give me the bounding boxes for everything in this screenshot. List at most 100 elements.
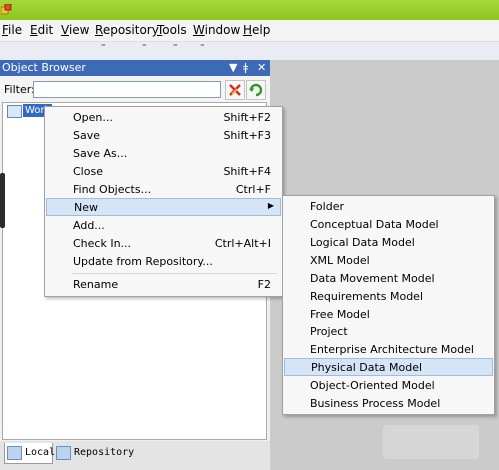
menu-item-find-objects[interactable]: Find Objects... Ctrl+F xyxy=(46,181,281,199)
pin-icon[interactable]: ǂ xyxy=(243,60,248,76)
title-bar xyxy=(0,0,499,20)
filter-row: Filter: xyxy=(0,76,270,103)
menu-item-save[interactable]: Save Shift+F3 xyxy=(46,127,281,145)
local-icon xyxy=(7,446,22,460)
submenu-item-free-model[interactable]: Free Model xyxy=(284,306,493,324)
menu-item-label: Find Objects... xyxy=(73,183,152,196)
filter-clear-icon xyxy=(229,84,241,96)
submenu-item-label: Requirements Model xyxy=(310,290,423,303)
app-icon xyxy=(1,4,12,15)
submenu-item-project[interactable]: Project xyxy=(284,323,493,341)
menu-help[interactable]: Help xyxy=(243,23,270,37)
menu-item-shortcut: Shift+F4 xyxy=(223,165,271,178)
panel-title-bar: Object Browser ▼ ǂ ✕ xyxy=(0,60,270,76)
menu-item-open[interactable]: Open... Shift+F2 xyxy=(46,109,281,127)
menu-edit-mnemonic: E xyxy=(30,23,38,37)
menu-window-rest: indow xyxy=(204,23,241,37)
toolbar-grip[interactable]: ⁼ xyxy=(142,43,147,53)
menu-item-label: New xyxy=(74,201,98,214)
context-menu: Open... Shift+F2 Save Shift+F3 Save As... … xyxy=(44,106,283,297)
toolbar-grip[interactable]: ⁼ xyxy=(200,43,205,53)
tab-local-label: Local xyxy=(25,447,56,458)
refresh-icon xyxy=(249,83,263,97)
submenu-item-label: Business Process Model xyxy=(310,397,441,410)
menu-edit-rest: dit xyxy=(37,23,54,37)
toolbar-grip[interactable]: ⁼ xyxy=(173,43,178,53)
submenu-item-data-movement-model[interactable]: Data Movement Model xyxy=(284,270,493,288)
menu-item-shortcut: Ctrl+Alt+I xyxy=(214,237,271,250)
menu-item-shortcut: Shift+F2 xyxy=(223,111,271,124)
submenu-item-enterprise-architecture-model[interactable]: Enterprise Architecture Model xyxy=(284,341,493,359)
menu-item-label: Open... xyxy=(73,111,113,124)
submenu-item-label: Project xyxy=(310,325,348,338)
submenu-item-requirements-model[interactable]: Requirements Model xyxy=(284,288,493,306)
menu-edit[interactable]: Edit xyxy=(30,23,53,37)
menu-item-shortcut: Ctrl+F xyxy=(235,183,271,196)
menu-item-label: Save xyxy=(73,129,101,142)
watermark xyxy=(383,425,479,459)
submenu-item-label: Physical Data Model xyxy=(311,361,423,374)
submenu-item-label: Logical Data Model xyxy=(310,236,415,249)
menu-view-rest: iew xyxy=(68,23,90,37)
workspace-icon xyxy=(7,105,22,118)
menu-repository-rest: epository xyxy=(102,23,159,37)
menu-item-rename[interactable]: Rename F2 xyxy=(46,276,281,294)
menu-repository-mnemonic: R xyxy=(95,23,103,37)
menu-item-label: Save As... xyxy=(73,147,128,160)
menu-item-label: Check In... xyxy=(73,237,132,250)
tab-repository-label: Repository xyxy=(74,447,135,458)
submenu-item-object-oriented-model[interactable]: Object-Oriented Model xyxy=(284,377,493,395)
menu-item-label: Update from Repository... xyxy=(73,255,213,268)
submenu-item-label: Object-Oriented Model xyxy=(310,379,435,392)
tab-local[interactable]: Local xyxy=(4,443,56,464)
close-icon[interactable]: ✕ xyxy=(257,60,266,76)
side-dock-handle[interactable] xyxy=(0,173,5,228)
menu-item-new[interactable]: New ▶ xyxy=(46,198,281,216)
submenu-item-logical-data-model[interactable]: Logical Data Model xyxy=(284,234,493,252)
menu-item-add[interactable]: Add... xyxy=(46,217,281,235)
refresh-button[interactable] xyxy=(246,80,266,100)
submenu-item-conceptual-data-model[interactable]: Conceptual Data Model xyxy=(284,216,493,234)
menu-item-label: Add... xyxy=(73,219,105,232)
repository-icon xyxy=(56,446,71,460)
menu-file[interactable]: File xyxy=(2,23,22,37)
toolbar-grip[interactable]: ⁼ xyxy=(101,43,106,53)
menu-file-rest: ile xyxy=(8,23,23,37)
menu-window[interactable]: Window xyxy=(193,23,240,37)
new-submenu: Folder Conceptual Data Model Logical Dat… xyxy=(282,195,495,415)
menu-view[interactable]: View xyxy=(61,23,89,37)
menu-tools-rest: ools xyxy=(162,23,187,37)
submenu-arrow-icon: ▶ xyxy=(267,201,274,210)
toolbar: ⁼ ⁼ ⁼ ⁼ xyxy=(0,42,499,60)
menu-item-update-from-repository[interactable]: Update from Repository... xyxy=(46,253,281,271)
menu-item-label: Close xyxy=(73,165,103,178)
menu-bar: File Edit View Repository Tools Window H… xyxy=(0,20,499,42)
menu-item-shortcut: Shift+F3 xyxy=(223,129,271,142)
menu-item-check-in[interactable]: Check In... Ctrl+Alt+I xyxy=(46,235,281,253)
menu-repository[interactable]: Repository xyxy=(95,23,159,37)
menu-item-close[interactable]: Close Shift+F4 xyxy=(46,163,281,181)
menu-help-rest: elp xyxy=(252,23,271,37)
submenu-item-label: Conceptual Data Model xyxy=(310,218,439,231)
submenu-item-label: XML Model xyxy=(310,254,370,267)
panel-title: Object Browser xyxy=(2,61,86,74)
submenu-item-business-process-model[interactable]: Business Process Model xyxy=(284,395,493,413)
menu-item-label: Rename xyxy=(73,278,119,291)
filter-input[interactable] xyxy=(33,81,221,98)
submenu-item-label: Enterprise Architecture Model xyxy=(310,343,474,356)
menu-tools[interactable]: Tools xyxy=(157,23,187,37)
clear-filter-button[interactable] xyxy=(225,80,245,100)
menu-help-mnemonic: H xyxy=(243,23,253,37)
tab-repository[interactable]: Repository xyxy=(54,443,134,463)
filter-label: Filter: xyxy=(4,83,35,96)
submenu-item-physical-data-model[interactable]: Physical Data Model xyxy=(284,358,493,376)
menu-window-mnemonic: W xyxy=(193,23,205,37)
panel-tabs: Local Repository xyxy=(0,441,270,470)
menu-view-mnemonic: V xyxy=(61,23,69,37)
submenu-item-folder[interactable]: Folder xyxy=(284,198,493,216)
submenu-item-label: Folder xyxy=(310,200,344,213)
submenu-item-xml-model[interactable]: XML Model xyxy=(284,252,493,270)
menu-item-save-as[interactable]: Save As... xyxy=(46,145,281,163)
menu-item-shortcut: F2 xyxy=(257,278,271,291)
dropdown-icon[interactable]: ▼ xyxy=(229,60,237,76)
